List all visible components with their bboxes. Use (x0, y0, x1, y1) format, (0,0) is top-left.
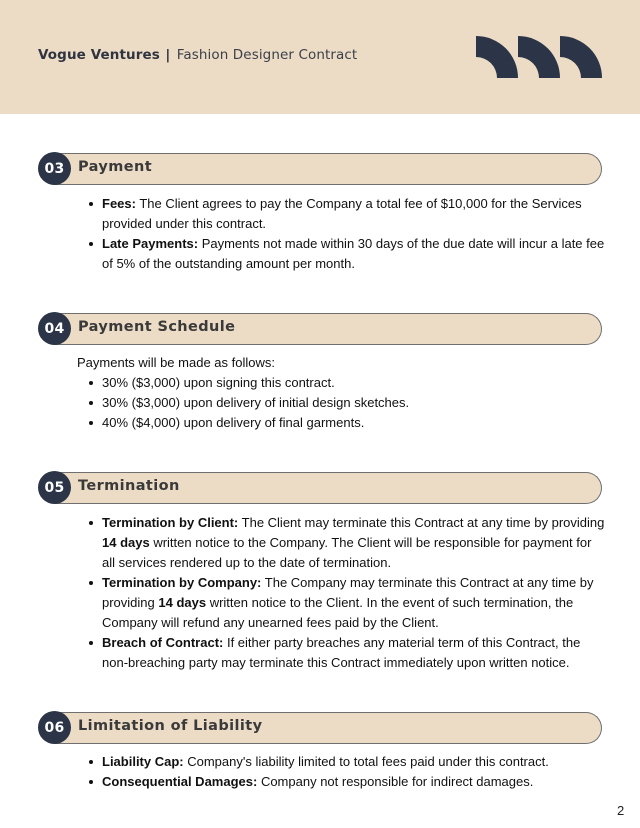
section-header-limitation-of-liability: 06 Limitation of Liability (38, 711, 602, 744)
item-text: written notice to the Company. The Clien… (102, 535, 592, 570)
list-item: 40% ($4,000) upon delivery of final garm… (89, 413, 607, 433)
item-text: 40% ($4,000) upon delivery of final garm… (102, 415, 365, 430)
bullet-list: Termination by Client: The Client may te… (77, 513, 607, 673)
arc-icon (560, 36, 602, 78)
bullet-list: Fees: The Client agrees to pay the Compa… (77, 194, 607, 274)
section-header-payment-schedule: 04 Payment Schedule (38, 312, 602, 345)
document-title: Fashion Designer Contract (176, 47, 358, 63)
item-label: Fees: (102, 196, 136, 211)
brand-name: Vogue Ventures (38, 47, 160, 63)
item-label: Consequential Damages: (102, 774, 258, 789)
title-separator: | (165, 47, 171, 63)
item-text: 30% ($3,000) upon signing this contract. (102, 375, 335, 390)
section-body-limitation-of-liability: Liability Cap: Company's liability limit… (77, 752, 607, 792)
section-number-badge: 04 (38, 312, 71, 345)
item-text: The Client agrees to pay the Company a t… (102, 196, 582, 231)
list-item: Termination by Client: The Client may te… (89, 513, 607, 573)
section-body-payment: Fees: The Client agrees to pay the Compa… (77, 194, 607, 274)
bullet-list: 30% ($3,000) upon signing this contract.… (77, 373, 607, 433)
section-header-termination: 05 Termination (38, 471, 602, 504)
item-label: Liability Cap: (102, 754, 184, 769)
list-item: Consequential Damages: Company not respo… (89, 772, 607, 792)
list-item: Late Payments: Payments not made within … (89, 234, 607, 274)
bullet-list: Liability Cap: Company's liability limit… (77, 752, 607, 792)
section-title: Payment Schedule (78, 319, 236, 335)
item-label: Termination by Client: (102, 515, 239, 530)
item-text: Company not responsible for indirect dam… (257, 774, 534, 789)
item-label: Breach of Contract: (102, 635, 224, 650)
list-item: 30% ($3,000) upon signing this contract. (89, 373, 607, 393)
arc-icon (518, 36, 560, 78)
item-label: Late Payments: (102, 236, 199, 251)
section-number-badge: 03 (38, 152, 71, 185)
item-text: 30% ($3,000) upon delivery of initial de… (102, 395, 410, 410)
decorative-arcs-icon (476, 36, 602, 78)
emphasis-text: 14 days (158, 595, 207, 610)
list-item: 30% ($3,000) upon delivery of initial de… (89, 393, 607, 413)
section-body-payment-schedule: Payments will be made as follows: 30% ($… (77, 353, 607, 433)
list-item: Liability Cap: Company's liability limit… (89, 752, 607, 772)
section-intro: Payments will be made as follows: (77, 355, 275, 370)
section-title: Limitation of Liability (78, 718, 263, 734)
section-title: Payment (78, 159, 153, 175)
header-title: Vogue Ventures | Fashion Designer Contra… (38, 47, 357, 63)
list-item: Fees: The Client agrees to pay the Compa… (89, 194, 607, 234)
section-header-payment: 03 Payment (38, 152, 602, 185)
section-body-termination: Termination by Client: The Client may te… (77, 513, 607, 673)
page-number: 2 (617, 803, 625, 818)
page-header: Vogue Ventures | Fashion Designer Contra… (0, 0, 640, 114)
list-item: Breach of Contract: If either party brea… (89, 633, 607, 673)
list-item: Termination by Company: The Company may … (89, 573, 607, 633)
emphasis-text: 14 days (102, 535, 150, 550)
arc-icon (476, 36, 518, 78)
section-number-badge: 05 (38, 471, 71, 504)
item-label: Termination by Company: (102, 575, 262, 590)
item-text: The Client may terminate this Contract a… (238, 515, 605, 530)
item-text: Company's liability limited to total fee… (183, 754, 549, 769)
section-number-badge: 06 (38, 711, 71, 744)
section-title: Termination (78, 478, 180, 494)
